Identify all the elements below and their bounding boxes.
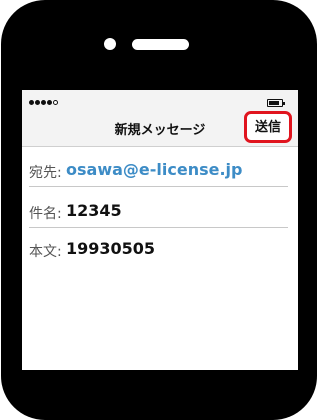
signal-dot <box>35 100 40 105</box>
signal-dot <box>29 100 34 105</box>
signal-dot-empty <box>53 100 58 105</box>
recipient-label: 宛先: <box>29 165 62 181</box>
signal-dot <box>47 100 52 105</box>
subject-label: 件名: <box>29 206 62 222</box>
phone-frame: 新規メッセージ 送信 宛先: osawa@e-license.jp 件名: 12… <box>0 0 320 420</box>
front-camera-icon <box>104 38 116 50</box>
recipient-value[interactable]: osawa@e-license.jp <box>66 160 242 179</box>
signal-strength-icon <box>29 100 58 106</box>
battery-icon <box>267 99 285 107</box>
send-button[interactable]: 送信 <box>244 111 292 143</box>
signal-dot <box>41 100 46 105</box>
body-field[interactable]: 本文: 19930505 <box>29 235 288 266</box>
body-label: 本文: <box>29 244 62 260</box>
phone-screen: 新規メッセージ 送信 宛先: osawa@e-license.jp 件名: 12… <box>22 90 298 370</box>
subject-field[interactable]: 件名: 12345 <box>29 197 288 228</box>
subject-value[interactable]: 12345 <box>66 201 122 220</box>
speaker-grille <box>132 39 189 50</box>
body-value[interactable]: 19930505 <box>66 239 155 258</box>
recipient-field[interactable]: 宛先: osawa@e-license.jp <box>29 156 288 187</box>
